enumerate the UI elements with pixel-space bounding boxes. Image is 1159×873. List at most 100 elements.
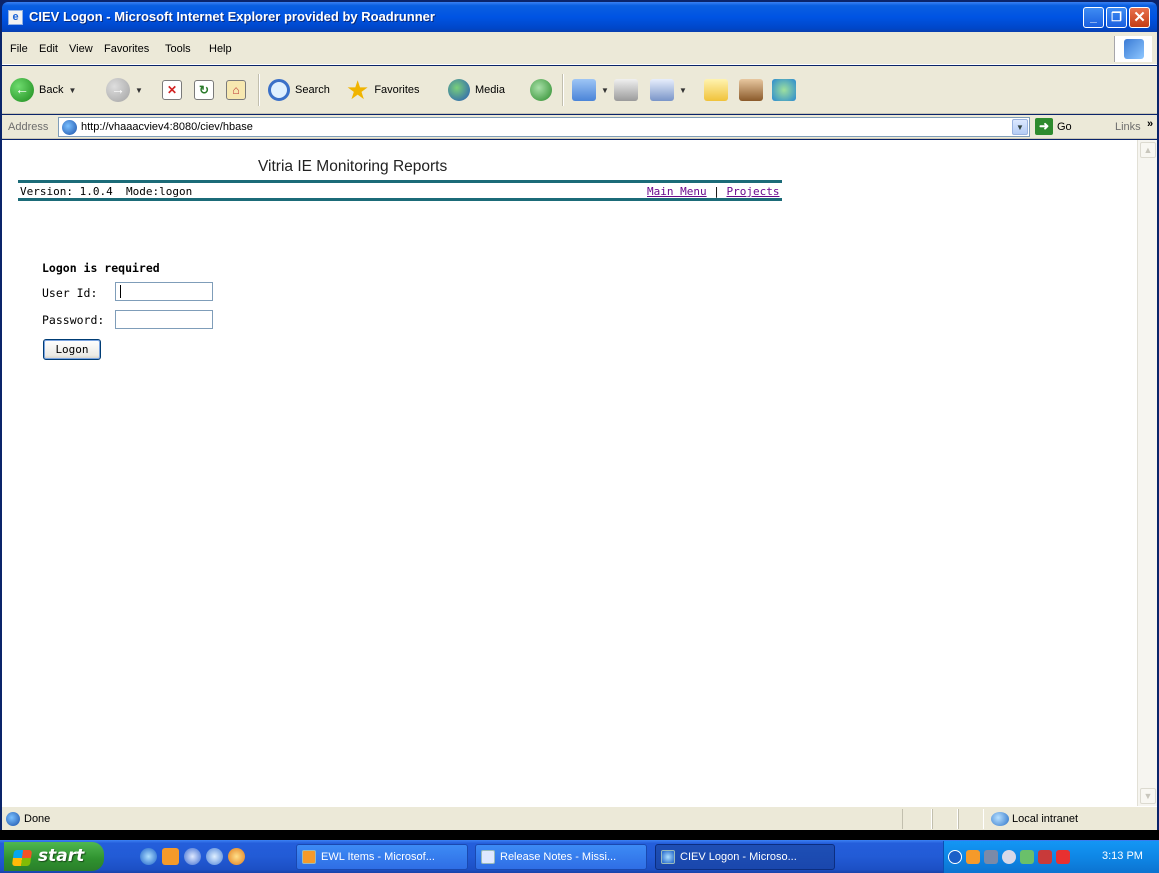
home-icon: ⌂ — [226, 80, 246, 100]
browser-quicklaunch-icon[interactable] — [184, 848, 201, 865]
edit-button[interactable]: ▼ — [650, 76, 687, 104]
refresh-icon: ↻ — [194, 80, 214, 100]
ie-page-icon — [62, 120, 77, 135]
status-text: Done — [24, 813, 51, 825]
media-icon — [448, 79, 470, 101]
minimize-button[interactable]: _ — [1083, 7, 1104, 28]
research-button[interactable] — [739, 76, 763, 104]
taskbar-gap — [0, 830, 1159, 840]
chevron-left-icon[interactable] — [948, 850, 962, 864]
address-dropdown-button[interactable]: ▼ — [1012, 119, 1028, 135]
print-button[interactable] — [614, 76, 638, 104]
home-button[interactable]: ⌂ — [226, 76, 246, 104]
page-title: Vitria IE Monitoring Reports — [258, 158, 448, 175]
forward-button[interactable]: → ▼ — [106, 76, 143, 104]
page-content: Vitria IE Monitoring Reports Version: 1.… — [2, 140, 1137, 806]
menu-view[interactable]: View — [69, 43, 93, 55]
ie-page-icon — [6, 812, 20, 826]
sync-quicklaunch-icon[interactable] — [206, 848, 223, 865]
taskbar-clock[interactable]: 3:13 PM — [1102, 850, 1143, 862]
link-separator: | — [713, 185, 720, 198]
stop-icon: ✕ — [162, 80, 182, 100]
status-pane — [932, 809, 958, 829]
back-button[interactable]: ← Back ▼ — [10, 76, 76, 104]
standard-toolbar: ← Back ▼ → ▼ ✕ ↻ ⌂ Search ★ Favorites Me… — [2, 66, 1157, 114]
go-button[interactable]: ➜ Go — [1035, 118, 1072, 135]
window-title: CIEV Logon - Microsoft Internet Explorer… — [29, 9, 435, 24]
logon-button[interactable]: Logon — [43, 339, 101, 360]
stop-button[interactable]: ✕ — [162, 76, 182, 104]
ie-quicklaunch-icon[interactable] — [140, 848, 157, 865]
messenger-button[interactable] — [772, 76, 796, 104]
network-tray-icon[interactable] — [984, 850, 998, 864]
go-label: Go — [1057, 120, 1072, 133]
favorites-star-icon: ★ — [346, 75, 370, 105]
edit-icon — [650, 79, 674, 101]
menu-help[interactable]: Help — [209, 43, 232, 55]
history-button[interactable] — [530, 76, 552, 104]
search-label: Search — [295, 84, 330, 96]
main-menu-link[interactable]: Main Menu — [647, 185, 707, 198]
shield-tray-icon[interactable] — [1038, 850, 1052, 864]
chevron-right-icon[interactable]: » — [1147, 118, 1153, 130]
update-tray-icon[interactable] — [1002, 850, 1016, 864]
mail-button[interactable]: ▼ — [572, 76, 609, 104]
task-label: CIEV Logon - Microso... — [680, 851, 797, 863]
browser-window: e CIEV Logon - Microsoft Internet Explor… — [0, 0, 1159, 873]
close-button[interactable]: ✕ — [1129, 7, 1150, 28]
title-bar[interactable]: e CIEV Logon - Microsoft Internet Explor… — [2, 2, 1157, 32]
chevron-down-icon: ▼ — [601, 85, 609, 95]
menu-bar: File Edit View Favorites Tools Help — [2, 32, 1157, 65]
taskbar-item-ewl-items[interactable]: EWL Items - Microsof... — [296, 844, 468, 870]
address-label: Address — [8, 121, 49, 133]
search-button[interactable]: Search — [268, 76, 330, 104]
password-input[interactable] — [115, 310, 213, 329]
media-quicklaunch-icon[interactable] — [228, 848, 245, 865]
outlook-quicklaunch-icon[interactable] — [162, 848, 179, 865]
nav-links: Main Menu | Projects — [647, 185, 779, 198]
chevron-down-icon: ▼ — [679, 85, 687, 95]
task-label: Release Notes - Missi... — [500, 851, 617, 863]
books-icon — [739, 79, 763, 101]
chevron-down-icon: ▼ — [68, 85, 77, 95]
address-url: http://vhaaacviev4:8080/ciev/hbase — [81, 121, 253, 133]
address-bar: Address http://vhaaacviev4:8080/ciev/hba… — [2, 115, 1157, 139]
media-label: Media — [475, 84, 505, 96]
projects-link[interactable]: Projects — [726, 185, 779, 198]
menu-edit[interactable]: Edit — [39, 43, 58, 55]
security-zone-text: Local intranet — [1012, 813, 1079, 825]
outlook-icon — [302, 850, 316, 864]
history-icon — [530, 79, 552, 101]
maximize-button[interactable]: ❐ — [1106, 7, 1127, 28]
mail-icon — [572, 79, 596, 101]
lock-tray-icon[interactable] — [1056, 850, 1070, 864]
toolbar-separator — [258, 74, 260, 106]
menu-file[interactable]: File — [10, 43, 28, 55]
security-tray-icon[interactable] — [1020, 850, 1034, 864]
taskbar-item-ciev-logon[interactable]: CIEV Logon - Microso... — [655, 844, 835, 870]
address-input[interactable]: http://vhaaacviev4:8080/ciev/hbase ▼ — [58, 117, 1030, 137]
links-label[interactable]: Links — [1115, 121, 1141, 133]
ie-page-icon — [661, 850, 675, 864]
back-label: Back — [39, 84, 64, 96]
text-caret — [120, 285, 121, 298]
task-label: EWL Items - Microsof... — [321, 851, 435, 863]
userid-input[interactable] — [115, 282, 213, 301]
discuss-button[interactable] — [704, 76, 728, 104]
outlook-tray-icon[interactable] — [966, 850, 980, 864]
menu-favorites[interactable]: Favorites — [104, 43, 149, 55]
toolbar-separator — [562, 74, 564, 106]
media-button[interactable]: Media — [448, 76, 505, 104]
scroll-up-icon[interactable]: ▲ — [1140, 142, 1156, 158]
refresh-button[interactable]: ↻ — [194, 76, 214, 104]
search-icon — [268, 79, 290, 101]
scroll-down-icon[interactable]: ▼ — [1140, 788, 1156, 804]
menu-tools[interactable]: Tools — [165, 43, 191, 55]
messenger-icon — [772, 79, 796, 101]
header-rule-bottom — [18, 198, 782, 201]
ie-page-icon: e — [8, 10, 23, 25]
taskbar-item-release-notes[interactable]: Release Notes - Missi... — [475, 844, 647, 870]
vertical-scrollbar[interactable]: ▲ ▼ — [1137, 140, 1157, 806]
favorites-button[interactable]: ★ Favorites — [346, 76, 420, 104]
userid-label: User Id: — [42, 286, 98, 300]
